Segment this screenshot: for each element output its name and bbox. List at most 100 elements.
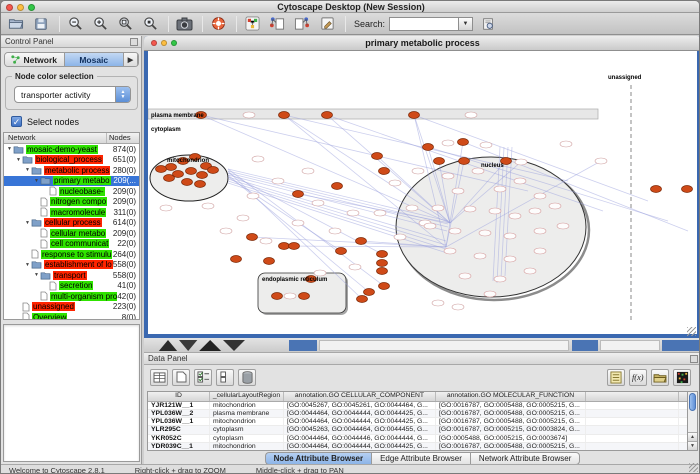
node-label[interactable] [202,203,214,209]
tree-row[interactable]: ▼establishment of lo558(0) [4,260,139,271]
node-label[interactable] [449,228,461,234]
node-label[interactable] [529,208,541,214]
tree-row[interactable]: cell communicat22(0) [4,239,139,250]
node-label[interactable] [595,158,607,164]
node-label[interactable] [243,112,255,118]
disclosure-triangle-icon[interactable]: ▼ [33,272,40,278]
network-node[interactable] [379,283,390,290]
attribute-list-icon[interactable] [607,369,625,386]
network-node[interactable] [336,248,347,255]
search-combo[interactable]: ▼ [389,17,473,31]
node-label[interactable] [349,264,361,270]
node-label[interactable] [220,228,232,234]
node-label[interactable] [406,205,418,211]
node-label[interactable] [509,213,521,219]
node-label[interactable] [302,168,314,174]
column-header[interactable] [586,392,679,401]
window-titlebar[interactable]: Cytoscape Desktop (New Session) [1,1,700,13]
disclosure-triangle-icon[interactable]: ▼ [24,262,31,268]
node-label[interactable] [292,220,304,226]
window-resize-grip[interactable] [687,327,696,336]
zoom-fit-icon[interactable] [116,15,134,33]
node-label[interactable] [442,173,454,179]
tree-row[interactable]: macromolecule311(0) [4,207,139,218]
select-nodes-checkbox[interactable]: ✓ [11,116,22,127]
function-builder-icon[interactable]: f(x) [629,369,647,386]
annotation-icon[interactable] [318,15,336,33]
node-label[interactable] [432,205,444,211]
node-label[interactable] [515,159,527,165]
matrix-icon[interactable] [673,369,691,386]
table-row[interactable]: YKR052Ccytoplasm[GO:0044464, GO:0044446,… [148,435,687,443]
network-node[interactable] [322,112,333,119]
snapshot-icon[interactable] [175,15,193,33]
network-node[interactable] [208,167,219,174]
tree-col-nodes[interactable]: Nodes [107,133,139,143]
zoom-out-icon[interactable] [66,15,84,33]
network-node[interactable] [372,153,383,160]
network-canvas[interactable]: plasma membranecytoplasmmitochondrionnuc… [148,51,697,334]
node-label[interactable] [284,293,296,299]
node-label[interactable] [452,304,464,310]
network-node[interactable] [459,158,470,165]
disclosure-triangle-icon[interactable]: ▼ [24,220,31,226]
node-label[interactable] [474,253,486,259]
node-label[interactable] [465,112,477,118]
index-icon[interactable] [479,15,497,33]
network-node[interactable] [197,172,208,179]
help-icon[interactable] [209,15,227,33]
node-label[interactable] [312,200,324,206]
network-node[interactable] [272,293,283,300]
import-network-icon[interactable] [268,15,286,33]
node-label[interactable] [534,228,546,234]
scroll-down-icon[interactable]: ▼ [688,441,697,450]
network-node[interactable] [423,144,434,151]
network-node[interactable] [264,258,275,265]
network-node[interactable] [379,168,390,175]
node-label[interactable] [252,156,264,162]
tree-row[interactable]: ▼cellular process614(0) [4,218,139,229]
node-label[interactable] [329,228,341,234]
node-label[interactable] [347,210,359,216]
node-label[interactable] [237,215,249,221]
node-label[interactable] [494,186,506,192]
node-label[interactable] [374,210,386,216]
table-scrollbar[interactable]: ▲ ▼ [687,391,698,451]
tree-row[interactable]: cellular metabo209(0) [4,228,139,239]
network-node[interactable] [186,168,197,175]
network-node[interactable] [279,243,290,250]
tree-row[interactable]: Overview8(0) [4,312,139,320]
node-label[interactable] [549,203,561,209]
tree-row[interactable]: ▼biological_process651(0) [4,155,139,166]
save-icon[interactable] [32,15,50,33]
node-label[interactable] [504,233,516,239]
node-label[interactable] [557,223,569,229]
tab-network[interactable]: Network [5,53,65,66]
network-node[interactable] [195,181,206,188]
node-label[interactable] [479,230,491,236]
tree-row[interactable]: response to stimulu264(0) [4,249,139,260]
node-label[interactable] [314,270,326,276]
column-header[interactable]: annotation.GO CELLULAR_COMPONENT [284,392,436,401]
network-node[interactable] [682,186,693,193]
tree-row[interactable]: ▼mosaic-demo-yeast874(0) [4,144,139,155]
node-label[interactable] [247,193,259,199]
search-dropdown-icon[interactable]: ▼ [459,17,473,31]
node-label[interactable] [494,276,506,282]
tab-overflow-icon[interactable]: ▶ [124,53,138,66]
column-header[interactable]: annotation.GO MOLECULAR_FUNCTION [436,392,586,401]
table-row[interactable]: YLR295Ccytoplasm[GO:0045263, GO:0044464,… [148,426,687,434]
network-node[interactable] [377,251,388,258]
network-node[interactable] [289,243,300,250]
tree-row[interactable]: multi-organism pro42(0) [4,291,139,302]
scroll-up-icon[interactable]: ▲ [688,432,697,441]
disclosure-triangle-icon[interactable]: ▼ [24,167,31,173]
table-row[interactable]: YDR039C__1mitochondrion[GO:0044464, GO:0… [148,443,687,451]
network-node[interactable] [377,268,388,275]
node-label[interactable] [432,300,444,306]
node-label[interactable] [534,193,546,199]
network-node[interactable] [279,112,290,119]
attribute-table-icon[interactable] [150,369,168,386]
network-node[interactable] [299,293,310,300]
node-label[interactable] [524,268,536,274]
